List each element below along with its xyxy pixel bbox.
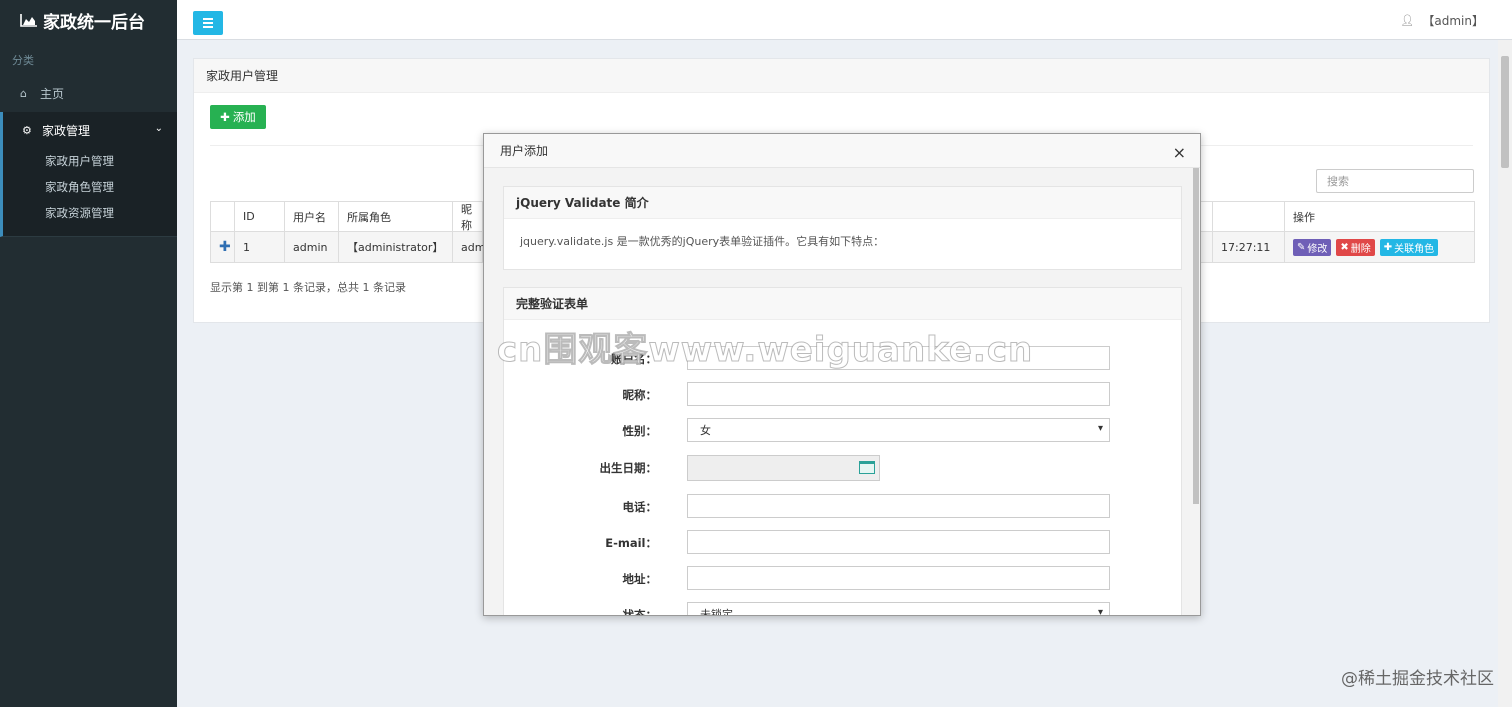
cell-actions: ✎ 修改 ✖ 删除 ✚ 关联角色 <box>1285 232 1474 262</box>
table-header[interactable]: 用户名 <box>285 202 339 231</box>
plus-icon: ✚ <box>1383 241 1393 253</box>
form-row-birthdate: 出生日期： <box>504 455 1183 481</box>
hamburger-line <box>203 18 213 20</box>
sidebar-toggle-button[interactable] <box>193 11 223 35</box>
sidebar-item-label: 主页 <box>40 86 65 101</box>
home-icon: ⌂ <box>20 86 27 100</box>
app-logo[interactable]: 家政统一后台 <box>0 0 177 40</box>
cell-id: 1 <box>235 232 285 262</box>
edit-icon: ✎ <box>1297 241 1306 253</box>
modal-body: jQuery Validate 简介 jquery.validate.js 是一… <box>484 168 1200 615</box>
hamburger-line <box>203 22 213 24</box>
chevron-down-icon: ⌄ <box>154 123 163 134</box>
edit-button[interactable]: ✎ 修改 <box>1293 238 1332 256</box>
gender-select[interactable]: 女 <box>687 418 1110 442</box>
cell-role: 【administrator】 <box>339 232 453 262</box>
area-chart-icon <box>20 14 37 27</box>
app-title: 家政统一后台 <box>43 12 145 33</box>
modal-title: 用户添加 <box>484 134 1200 168</box>
table-header: 操作 <box>1293 210 1315 224</box>
gear-icon: ⚙ <box>22 123 32 137</box>
nickname-label: 昵称： <box>622 388 658 402</box>
close-icon: ✖ <box>1340 241 1349 253</box>
form-row-nickname: 昵称： <box>504 382 1183 406</box>
form-row-address: 地址： <box>504 566 1183 590</box>
cell-username: admin <box>285 232 339 262</box>
intro-card: jQuery Validate 简介 jquery.validate.js 是一… <box>503 186 1182 270</box>
add-button-label: 添加 <box>232 110 256 124</box>
panel-title: 家政用户管理 <box>194 59 1489 93</box>
add-button[interactable]: ✚ 添加 <box>210 105 266 129</box>
gender-label: 性别： <box>622 424 658 438</box>
email-field[interactable] <box>687 530 1110 554</box>
email-label: E-mail： <box>605 536 657 550</box>
page-scrollbar-thumb[interactable] <box>1501 56 1509 168</box>
sidebar-item-resource-management[interactable]: 家政资源管理 <box>3 200 177 226</box>
assign-role-button[interactable]: ✚ 关联角色 <box>1379 238 1439 256</box>
modal-scrollbar[interactable] <box>1192 168 1200 615</box>
cell-time: 17:27:11 <box>1213 232 1285 262</box>
form-row-status: 状态： 未锁定 <box>504 602 1183 616</box>
sidebar-group-toggle[interactable]: ⚙ 家政管理 ⌄ <box>3 112 177 148</box>
table-header[interactable]: ID <box>235 202 285 231</box>
sidebar-group-label: 家政管理 <box>42 123 91 138</box>
calendar-icon[interactable] <box>859 461 875 474</box>
table-header-expand <box>211 202 235 231</box>
intro-card-title: jQuery Validate 简介 <box>504 187 1181 219</box>
delete-button[interactable]: ✖ 删除 <box>1336 238 1375 256</box>
hamburger-line <box>203 26 213 28</box>
table-header[interactable]: 昵称 <box>453 202 483 232</box>
assign-role-button-label: 关联角色 <box>1394 243 1435 255</box>
add-user-modal: 用户添加 × jQuery Validate 简介 jquery.validat… <box>483 133 1201 616</box>
sidebar-item-user-management[interactable]: 家政用户管理 <box>3 148 177 174</box>
delete-button-label: 删除 <box>1350 243 1371 255</box>
birthdate-label: 出生日期： <box>599 461 658 475</box>
phone-field[interactable] <box>687 494 1110 518</box>
close-icon[interactable]: × <box>1173 143 1186 162</box>
birthdate-field[interactable] <box>687 455 880 481</box>
sidebar-item-role-management[interactable]: 家政角色管理 <box>3 174 177 200</box>
sidebar-item-home[interactable]: ⌂ 主页 <box>0 76 177 110</box>
form-card-title: 完整验证表单 <box>504 288 1181 320</box>
plus-icon: ✚ <box>219 239 231 255</box>
watermark-text: cn围观客www.weiguanke.cn <box>496 330 1034 371</box>
page-scrollbar[interactable] <box>1498 40 1512 707</box>
plus-icon: ✚ <box>220 110 230 124</box>
expand-row-button[interactable]: ✚ <box>211 232 235 262</box>
user-menu[interactable]: 👤︎ 【admin】 <box>1400 12 1484 29</box>
address-field[interactable] <box>687 566 1110 590</box>
user-icon: 👤︎ <box>1400 14 1415 27</box>
status-select[interactable]: 未锁定 <box>687 602 1110 615</box>
pagination-info: 显示第 1 到第 1 条记录，总共 1 条记录 <box>210 281 406 294</box>
corner-watermark: @稀土掘金技术社区 <box>1341 669 1494 689</box>
form-row-phone: 电话： <box>504 494 1183 518</box>
sidebar: 家政统一后台 分类 ⌂ 主页 ⚙ 家政管理 ⌄ 家政用户管理 家政角色管理 家政… <box>0 0 177 707</box>
nickname-field[interactable] <box>687 382 1110 406</box>
intro-card-text: jquery.validate.js 是一款优秀的jQuery表单验证插件。它具… <box>520 235 885 248</box>
form-row-gender: 性别： 女 <box>504 418 1183 442</box>
top-bar: 👤︎ 【admin】 <box>177 0 1512 40</box>
form-row-email: E-mail： <box>504 530 1183 554</box>
cell-nickname: admi <box>453 232 489 262</box>
table-header-hidden <box>1213 202 1285 231</box>
sidebar-group-housekeeping: ⚙ 家政管理 ⌄ 家政用户管理 家政角色管理 家政资源管理 <box>0 112 177 237</box>
user-name: 【admin】 <box>1422 14 1484 28</box>
edit-button-label: 修改 <box>1307 243 1328 255</box>
search-input[interactable]: 搜索 <box>1316 169 1474 193</box>
modal-scrollbar-thumb[interactable] <box>1193 168 1199 504</box>
sidebar-section-label: 分类 <box>12 54 34 67</box>
phone-label: 电话： <box>622 500 658 514</box>
status-label: 状态： <box>622 608 658 616</box>
address-label: 地址： <box>622 572 658 586</box>
table-header[interactable]: 所属角色 <box>339 202 453 231</box>
